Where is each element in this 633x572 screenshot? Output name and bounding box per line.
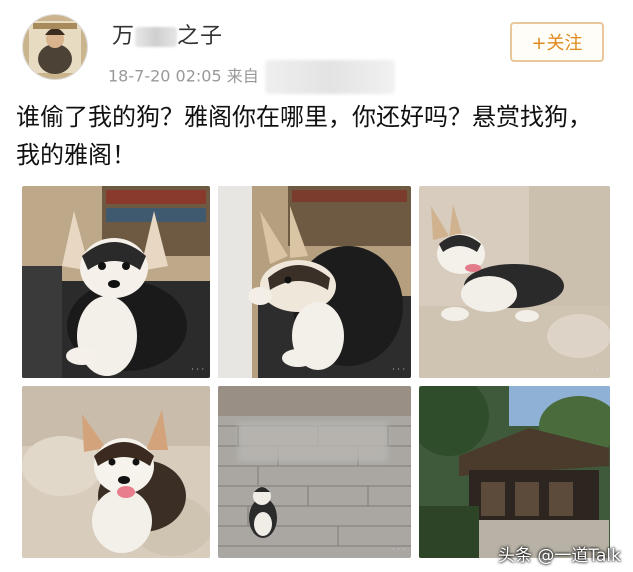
photo-corgi-profile[interactable]: · · · [218, 186, 411, 378]
photo-corgi-on-pavement[interactable]: · · · [218, 386, 411, 558]
author-name[interactable]: 万 之子 [112, 18, 223, 50]
photo-corgi-on-couch[interactable]: · · · [22, 186, 210, 378]
post-text: 谁偷了我的狗？雅阁你在哪里，你还好吗？悬赏找狗，我的雅阁！ [16, 103, 592, 169]
avatar-image [23, 15, 87, 79]
author-name-end: 之子 [177, 24, 224, 49]
blurred-source [264, 60, 395, 94]
author-name-start: 万 [112, 24, 136, 49]
photo-watermark: · · · [191, 545, 204, 554]
corgi-profile-image [218, 186, 411, 378]
photo-watermark: · · · [392, 365, 405, 374]
user-avatar[interactable] [22, 14, 88, 80]
site-watermark: 头条 @一道Talk [498, 546, 621, 566]
building-trees-image [419, 386, 610, 558]
corgi-lying-couch-image [419, 186, 610, 378]
photo-corgi-lying-couch[interactable]: · · · [419, 186, 610, 378]
corgi-on-pavement-image [218, 386, 411, 558]
follow-button[interactable]: +关注 [510, 22, 604, 62]
post-source-label: 来自 [226, 66, 259, 86]
follow-label: +关注 [531, 33, 583, 54]
blurred-name-part [135, 27, 178, 47]
post-time: 18-7-20 02:05 [108, 66, 222, 86]
corgi-puppy-cushion-image [22, 386, 210, 558]
photo-watermark: · · · [591, 365, 604, 374]
photo-building-trees[interactable] [419, 386, 610, 558]
post-meta: 18-7-20 02:05 来自 [108, 60, 395, 94]
photo-watermark: · · · [191, 365, 204, 374]
photo-watermark: · · · [392, 545, 405, 554]
corgi-on-couch-image [22, 186, 210, 378]
photo-corgi-puppy-cushion[interactable]: · · · [22, 386, 210, 558]
